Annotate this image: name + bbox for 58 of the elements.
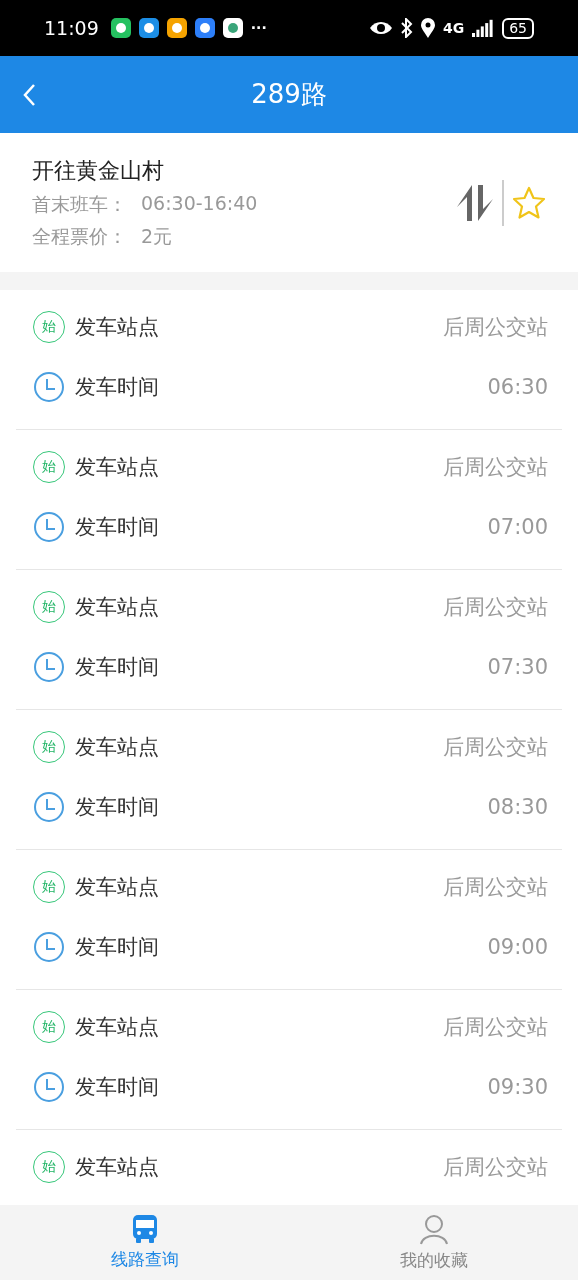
network-type: 4G	[442, 20, 465, 36]
bluetooth-icon	[400, 18, 413, 38]
departure-time: 06:30	[487, 375, 548, 399]
fare-value: 2元	[141, 223, 173, 249]
nav-tab[interactable]: 线路查询	[0, 1205, 289, 1280]
clock-icon	[33, 371, 65, 403]
station-name: 后周公交站	[443, 1014, 548, 1041]
departure-time: 09:00	[487, 935, 548, 959]
station-label: 发车站点	[75, 874, 160, 901]
person-icon	[417, 1213, 450, 1245]
eye-icon	[368, 20, 393, 36]
back-icon[interactable]	[22, 83, 38, 107]
station-name: 后周公交站	[443, 314, 548, 341]
time-label: 发车时间	[75, 514, 160, 541]
station-label: 发车站点	[75, 1154, 160, 1181]
signal-icon	[472, 19, 495, 37]
clock-icon	[33, 931, 65, 963]
departure-time: 08:30	[487, 795, 548, 819]
nav-tab[interactable]: 我的收藏	[289, 1205, 578, 1280]
time-label: 发车时间	[75, 1074, 160, 1101]
clock-icon	[33, 511, 65, 543]
station-name: 后周公交站	[443, 874, 548, 901]
hours-label: 首末班车：	[32, 191, 127, 217]
app-notification-icon	[138, 18, 159, 38]
station-name: 后周公交站	[443, 594, 548, 621]
bus-icon	[131, 1214, 158, 1244]
clock-icon	[33, 791, 65, 823]
station-name: 后周公交站	[443, 1154, 548, 1181]
station-name: 后周公交站	[443, 454, 548, 481]
departure-time: 09:30	[487, 1075, 548, 1099]
station-label: 发车站点	[75, 1014, 160, 1041]
clock-icon	[33, 1071, 65, 1103]
time-label: 发车时间	[75, 654, 160, 681]
time-label: 发车时间	[75, 374, 160, 401]
clock-icon	[33, 651, 65, 683]
station-name: 后周公交站	[443, 734, 548, 761]
station-label: 发车站点	[75, 594, 160, 621]
time-label: 发车时间	[75, 934, 160, 961]
station-label: 发车站点	[75, 314, 160, 341]
app-notification-icon	[194, 18, 215, 38]
location-icon	[420, 18, 435, 38]
departure-time: 07:00	[487, 515, 548, 539]
star-icon[interactable]	[512, 185, 546, 220]
station-label: 发车站点	[75, 734, 160, 761]
app-notification-icon	[110, 18, 131, 38]
app-notification-icon	[222, 18, 243, 38]
service-hours: 06:30-16:40	[141, 191, 258, 216]
more-notifications: ···	[250, 20, 267, 36]
clock: 11:09	[44, 17, 99, 39]
fare-label: 全程票价：	[32, 223, 127, 249]
station-label: 发车站点	[75, 454, 160, 481]
page-title: 289路	[251, 78, 327, 111]
time-label: 发车时间	[75, 794, 160, 821]
departure-time: 07:30	[487, 655, 548, 679]
route-direction: 开往黄金山村	[32, 156, 165, 185]
battery-indicator: 65	[502, 17, 534, 39]
app-notification-icon	[166, 18, 187, 38]
swap-direction-icon[interactable]	[456, 182, 494, 223]
